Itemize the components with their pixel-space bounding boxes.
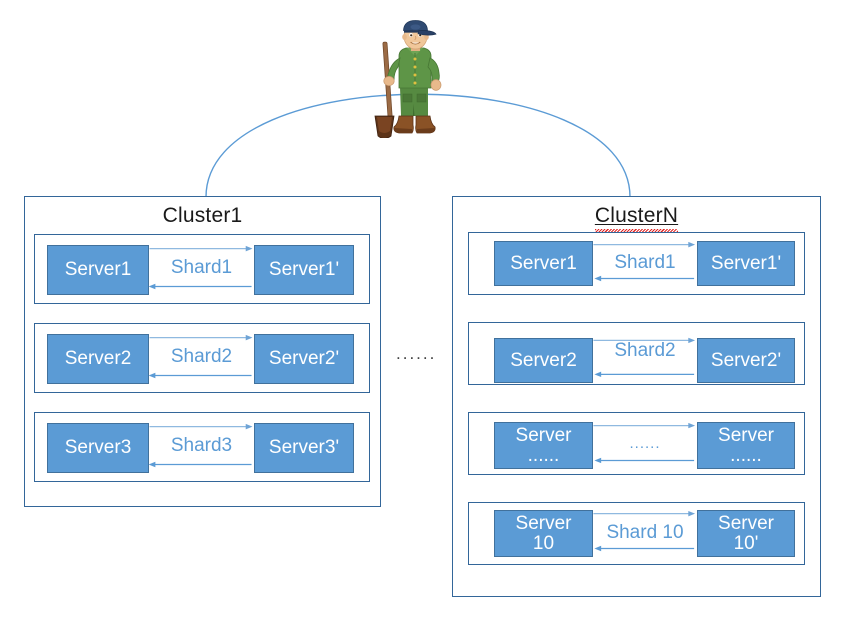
server-box-left[interactable]: Server ...... bbox=[494, 422, 593, 469]
server-box-left[interactable]: Server2 bbox=[47, 334, 149, 384]
server-box-right[interactable]: Server2' bbox=[254, 334, 354, 384]
server-label-line1: Server1' bbox=[268, 259, 340, 281]
server-box-right[interactable]: Server3' bbox=[254, 423, 354, 473]
cluster-title-n: ClusterN bbox=[594, 204, 679, 233]
cluster-title-1: Cluster1 bbox=[162, 204, 243, 227]
server-label-line2: ...... bbox=[730, 444, 762, 466]
server-label-line1: Server2 bbox=[510, 349, 577, 371]
server-label-line1: Server1' bbox=[710, 252, 782, 274]
server-box-left[interactable]: Server3 bbox=[47, 423, 149, 473]
shard-label: Shard3 bbox=[170, 435, 233, 456]
server-box-left[interactable]: Server1 bbox=[494, 241, 593, 286]
server-box-right[interactable]: Server ...... bbox=[697, 422, 795, 469]
shard-label: Shard 10 bbox=[606, 522, 684, 543]
diagram-canvas: Cluster1 Server1 Server1' Shard1 Server2 bbox=[0, 0, 844, 621]
shard-row[interactable]: Server1 Server1' Shard1 bbox=[34, 234, 370, 304]
server-label-line2: 10' bbox=[733, 532, 759, 554]
shard-row[interactable]: Server2 Server2' Shard2 bbox=[468, 322, 805, 385]
shard-row[interactable]: Server3 Server3' Shard3 bbox=[34, 412, 370, 482]
server-label-line2: ...... bbox=[527, 444, 560, 466]
server-box-left[interactable]: Server2 bbox=[494, 338, 593, 383]
server-box-right[interactable]: Server 10' bbox=[697, 510, 795, 557]
shard-row[interactable]: Server1 Server1' Shard1 bbox=[468, 232, 805, 295]
server-box-left[interactable]: Server1 bbox=[47, 245, 149, 295]
server-label-line1: Server2' bbox=[268, 348, 340, 370]
shard-row[interactable]: Server2 Server2' Shard2 bbox=[34, 323, 370, 393]
shard-row[interactable]: Server ...... Server ...... ...... bbox=[468, 412, 805, 475]
server-label-line1: Server bbox=[515, 512, 572, 534]
shard-label: Shard2 bbox=[614, 340, 676, 361]
server-label-line1: Server3' bbox=[268, 437, 340, 459]
server-label-line1: Server2 bbox=[64, 348, 132, 370]
server-label-line2: 10 bbox=[532, 532, 555, 554]
shard-label: ...... bbox=[629, 435, 661, 452]
shard-label: Shard1 bbox=[170, 257, 233, 278]
server-label-line1: Server3 bbox=[64, 437, 132, 459]
server-label-line1: Server bbox=[718, 424, 774, 446]
shard-label: Shard1 bbox=[614, 252, 676, 273]
cluster-box-1[interactable]: Cluster1 Server1 Server1' Shard1 Server2 bbox=[24, 196, 381, 507]
cluster-ellipsis: ...... bbox=[396, 344, 437, 363]
server-box-right[interactable]: Server1' bbox=[254, 245, 354, 295]
worker-with-shovel-icon bbox=[374, 20, 442, 138]
server-label-line1: Server2' bbox=[710, 349, 782, 371]
server-label-line1: Server bbox=[515, 424, 572, 446]
shard-row[interactable]: Server 10 Server 10' Shard 10 bbox=[468, 502, 805, 565]
server-label-line1: Server bbox=[718, 512, 774, 534]
server-label-line1: Server1 bbox=[64, 259, 132, 281]
cluster-box-n[interactable]: ClusterN Server1 Server1' Shard1 Server2 bbox=[452, 196, 821, 597]
shard-label: Shard2 bbox=[170, 346, 233, 367]
server-box-left[interactable]: Server 10 bbox=[494, 510, 593, 557]
server-box-right[interactable]: Server2' bbox=[697, 338, 795, 383]
server-box-right[interactable]: Server1' bbox=[697, 241, 795, 286]
server-label-line1: Server1 bbox=[510, 252, 577, 274]
